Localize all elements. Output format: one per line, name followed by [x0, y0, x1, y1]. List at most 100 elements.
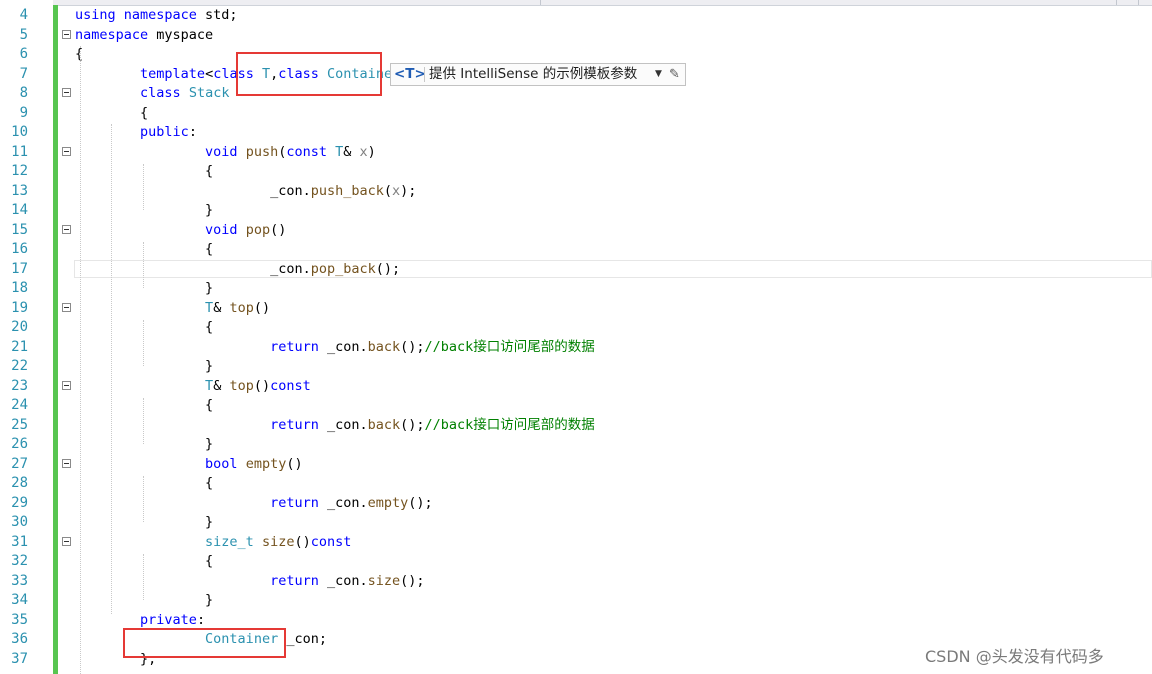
- code-text[interactable]: {: [75, 396, 213, 416]
- indent-guide: [143, 476, 144, 522]
- code-line[interactable]: 19 T& top(): [0, 299, 1152, 319]
- code-line[interactable]: 21 return _con.back();//back接口访问尾部的数据: [0, 338, 1152, 358]
- collapse-icon[interactable]: [62, 380, 71, 390]
- collapse-icon[interactable]: [62, 29, 71, 39]
- code-text[interactable]: {: [75, 552, 213, 572]
- code-line[interactable]: 16 {: [0, 240, 1152, 260]
- code-token: ();: [375, 260, 401, 277]
- line-number: 22: [11, 358, 28, 374]
- code-line[interactable]: 23 T& top()const: [0, 377, 1152, 397]
- code-line[interactable]: 10 public:: [0, 123, 1152, 143]
- code-line[interactable]: 14 }: [0, 201, 1152, 221]
- code-text[interactable]: }: [75, 357, 213, 377]
- code-line[interactable]: 22 }: [0, 357, 1152, 377]
- code-text[interactable]: }: [75, 591, 213, 611]
- code-token: _con.: [326, 338, 368, 355]
- line-number: 16: [11, 241, 28, 257]
- code-text[interactable]: return _con.empty();: [75, 494, 433, 514]
- code-line[interactable]: 26 }: [0, 435, 1152, 455]
- collapse-icon[interactable]: [62, 88, 71, 97]
- code-text[interactable]: }: [75, 279, 213, 299]
- hint-text: 提供 IntelliSense 的示例模板参数: [429, 66, 638, 82]
- dropdown-arrow-icon[interactable]: ▼: [655, 64, 662, 85]
- code-text[interactable]: return _con.size();: [75, 572, 424, 592]
- code-text[interactable]: }: [75, 435, 213, 455]
- indent-guide: [143, 398, 144, 444]
- code-text[interactable]: }: [75, 513, 213, 533]
- code-text[interactable]: {: [75, 318, 213, 338]
- code-line[interactable]: 12 {: [0, 162, 1152, 182]
- code-token: (): [253, 299, 271, 316]
- code-line[interactable]: 5 namespace myspace: [0, 26, 1152, 46]
- code-line[interactable]: 32 {: [0, 552, 1152, 572]
- code-text[interactable]: _con.push_back(x);: [75, 182, 416, 202]
- code-line[interactable]: 30 }: [0, 513, 1152, 533]
- code-text[interactable]: {: [75, 104, 148, 124]
- line-number: 7: [19, 65, 28, 82]
- code-line[interactable]: 13 _con.push_back(x);: [0, 182, 1152, 202]
- indent-guide: [111, 124, 112, 614]
- code-token: }: [75, 514, 214, 530]
- code-line[interactable]: 27 bool empty(): [0, 455, 1152, 475]
- code-line[interactable]: 6{: [0, 45, 1152, 65]
- code-token: empty: [245, 455, 287, 472]
- code-token: push_back: [310, 182, 384, 199]
- code-line[interactable]: 18 }: [0, 279, 1152, 299]
- code-text[interactable]: {: [75, 162, 213, 182]
- code-line[interactable]: 8 class Stack: [0, 84, 1152, 104]
- code-token: //back接口访问尾部的数据: [424, 416, 595, 433]
- code-line[interactable]: 31 size_t size()const: [0, 533, 1152, 553]
- code-line[interactable]: 25 return _con.back();//back接口访问尾部的数据: [0, 416, 1152, 436]
- collapse-icon[interactable]: [62, 146, 71, 156]
- code-token: pop: [245, 221, 271, 238]
- collapse-icon[interactable]: [62, 536, 71, 546]
- code-token: //back接口访问尾部的数据: [424, 338, 595, 355]
- code-line[interactable]: 17 _con.pop_back();: [0, 260, 1152, 280]
- code-line[interactable]: 4 using namespace std;: [0, 6, 1152, 26]
- code-token: ();: [408, 494, 433, 511]
- code-text[interactable]: return _con.back();//back接口访问尾部的数据: [75, 338, 595, 358]
- code-text[interactable]: T& top(): [75, 299, 270, 319]
- code-text[interactable]: bool empty(): [75, 455, 303, 475]
- code-token: _con.: [326, 494, 368, 511]
- code-text[interactable]: }: [75, 201, 213, 221]
- code-text[interactable]: void push(const T& x): [75, 143, 376, 163]
- line-number: 30: [11, 514, 28, 530]
- collapse-icon[interactable]: [62, 458, 71, 468]
- collapse-icon[interactable]: [62, 224, 71, 234]
- collapse-icon[interactable]: [62, 302, 71, 312]
- code-line[interactable]: 9 {: [0, 104, 1152, 124]
- code-line[interactable]: 34 }: [0, 591, 1152, 611]
- code-text[interactable]: size_t size()const: [75, 533, 351, 553]
- code-text[interactable]: class Stack: [75, 84, 229, 104]
- code-text[interactable]: return _con.back();//back接口访问尾部的数据: [75, 416, 595, 436]
- line-number: 34: [11, 592, 28, 608]
- code-text[interactable]: {: [75, 240, 213, 260]
- code-text[interactable]: namespace myspace: [75, 26, 213, 46]
- code-line[interactable]: 24 {: [0, 396, 1152, 416]
- code-text[interactable]: public:: [75, 123, 197, 143]
- code-token: :: [196, 611, 206, 628]
- code-line[interactable]: 28 {: [0, 474, 1152, 494]
- watermark: CSDN @头发没有代码多: [925, 647, 1104, 666]
- pencil-icon[interactable]: ✎: [669, 64, 680, 85]
- code-token: return: [270, 338, 327, 355]
- navigation-dropdown[interactable]: [540, 0, 1117, 5]
- line-number: 10: [11, 124, 28, 140]
- code-line[interactable]: 11 void push(const T& x): [0, 143, 1152, 163]
- code-text[interactable]: {: [75, 474, 213, 494]
- code-text[interactable]: void pop(): [75, 221, 286, 241]
- code-text[interactable]: _con.pop_back();: [75, 260, 400, 280]
- intellisense-template-hint[interactable]: <T> 提供 IntelliSense 的示例模板参数 ▼ ✎: [390, 63, 686, 86]
- code-line[interactable]: 15 void pop(): [0, 221, 1152, 241]
- code-line[interactable]: 20 {: [0, 318, 1152, 338]
- code-line[interactable]: 33 return _con.size();: [0, 572, 1152, 592]
- code-text[interactable]: using namespace std;: [75, 6, 238, 26]
- code-token: _con.: [326, 572, 368, 589]
- code-token: private: [140, 611, 197, 628]
- line-number: 21: [11, 338, 28, 355]
- code-line[interactable]: 29 return _con.empty();: [0, 494, 1152, 514]
